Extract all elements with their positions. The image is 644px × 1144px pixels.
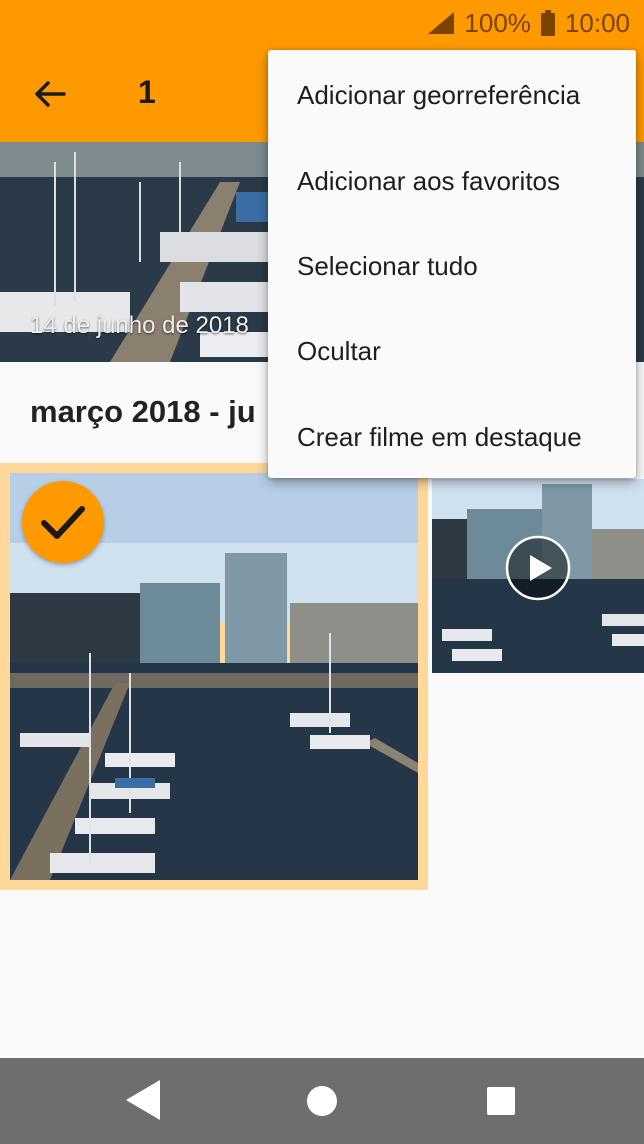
menu-item-select-all[interactable]: Selecionar tudo [268,223,636,309]
menu-item-add-to-favorites[interactable]: Adicionar aos favoritos [268,138,636,224]
nav-back-icon[interactable] [126,1080,160,1120]
selection-count: 1 [138,74,156,110]
clock: 10:00 [564,7,630,38]
menu-item-add-geotag[interactable]: Adicionar georreferência [268,52,636,138]
menu-item-hide[interactable]: Ocultar [268,308,636,394]
menu-item-create-highlight-movie[interactable]: Crear filme em destaque [268,394,636,480]
date-label: 14 de junho de 2018 [30,312,249,339]
battery-percent: 100% [464,7,531,38]
nav-home-icon[interactable] [307,1086,337,1116]
battery-icon [540,10,555,36]
overflow-menu: Adicionar georreferência Adicionar aos f… [268,50,636,478]
status-icons: 100% 10:00 [428,6,630,40]
navigation-bar [0,1058,644,1144]
status-bar: 100% 10:00 [0,0,644,46]
nav-recents-icon[interactable] [487,1087,515,1115]
back-arrow-icon[interactable] [30,74,70,114]
signal-icon [428,12,455,34]
section-header: março 2018 - ju [30,394,256,429]
selected-check-icon[interactable] [22,481,104,563]
play-icon[interactable] [505,535,571,601]
